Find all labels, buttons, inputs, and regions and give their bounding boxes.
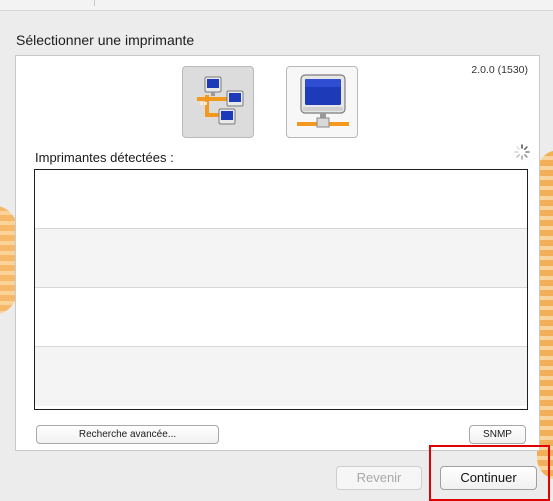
continue-button[interactable]: Continuer	[440, 466, 537, 490]
list-item[interactable]	[35, 170, 527, 229]
list-item[interactable]	[35, 229, 527, 288]
snmp-button[interactable]: SNMP	[469, 425, 526, 444]
list-item[interactable]	[35, 347, 527, 406]
local-mode-button[interactable]	[286, 66, 358, 138]
dialog-title: Sélectionner une imprimante	[16, 32, 195, 48]
network-tree-icon	[197, 76, 244, 125]
printer-selection-panel: 2.0.0 (1530) Imprimantes détectées: Rec…	[15, 55, 540, 451]
network-mode-button[interactable]	[182, 66, 254, 138]
back-button[interactable]: Revenir	[336, 466, 422, 490]
usb-computer-icon	[297, 74, 349, 128]
advanced-search-button[interactable]: Recherche avancée...	[36, 425, 219, 444]
detected-printers-label: Imprimantes détectées :	[35, 150, 174, 165]
printer-list[interactable]	[34, 169, 528, 410]
window-divider	[94, 0, 95, 6]
version-label: 2.0.0 (1530)	[471, 64, 528, 76]
spinner-icon	[514, 144, 530, 160]
list-item[interactable]	[35, 288, 527, 347]
top-strip	[0, 0, 553, 11]
